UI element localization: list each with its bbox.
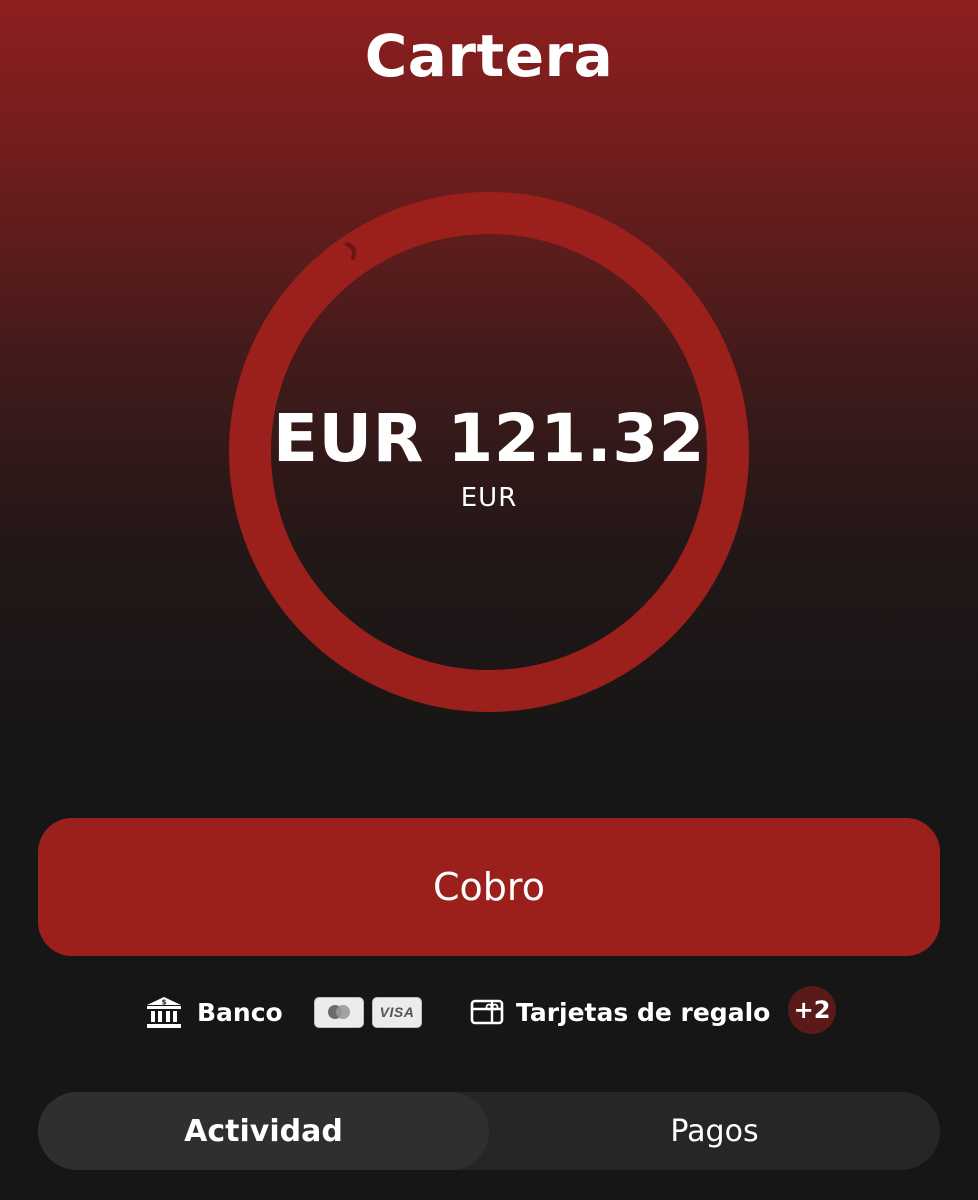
- cards-method[interactable]: VISA: [314, 988, 430, 1036]
- collect-button[interactable]: Cobro: [38, 818, 940, 956]
- tab-pagos[interactable]: Pagos: [489, 1092, 940, 1170]
- gift-card-method[interactable]: Tarjetas de regalo: [470, 988, 770, 1036]
- tab-actividad[interactable]: Actividad: [38, 1092, 489, 1170]
- mastercard-logo: [314, 996, 364, 1028]
- balance-currency: EUR: [460, 483, 518, 513]
- gift-card-icon: [470, 998, 504, 1026]
- page-title: Cartera: [364, 22, 614, 90]
- balance-amount: EUR 121.32: [272, 400, 706, 477]
- bank-label: Banco: [197, 997, 283, 1027]
- more-methods-badge[interactable]: +2: [788, 986, 836, 1034]
- visa-logo-text: VISA: [379, 1004, 415, 1020]
- bank-method[interactable]: $ Banco: [145, 988, 283, 1036]
- visa-logo: VISA: [372, 996, 422, 1028]
- svg-text:$: $: [162, 999, 167, 1007]
- gift-card-label: Tarjetas de regalo: [516, 997, 771, 1027]
- bank-icon: $: [145, 995, 183, 1029]
- tab-bar: Actividad Pagos: [38, 1092, 940, 1170]
